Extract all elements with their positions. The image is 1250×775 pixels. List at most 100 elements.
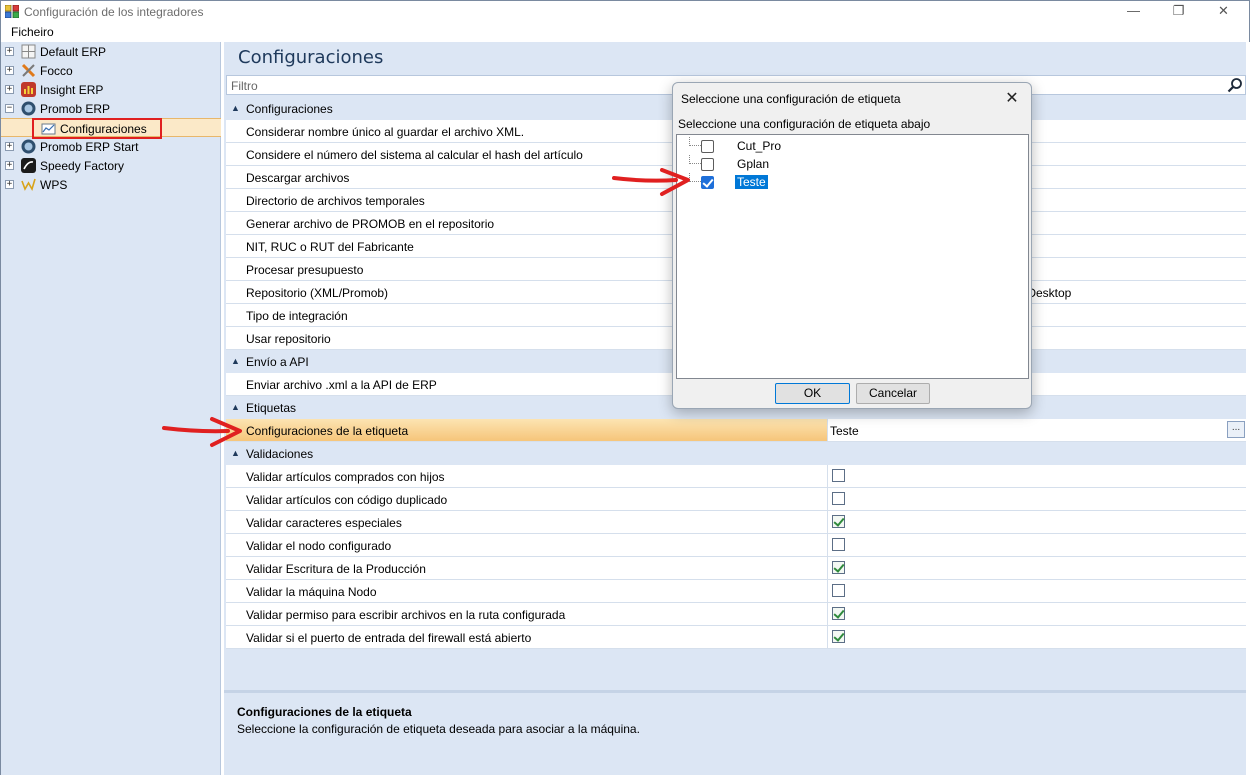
maximize-button[interactable]: ❐ bbox=[1156, 1, 1201, 23]
tree-item-label: Insight ERP bbox=[40, 83, 104, 97]
property-label: Validar el nodo configurado bbox=[246, 539, 392, 553]
tree-item-label: Speedy Factory bbox=[40, 159, 125, 173]
expand-icon[interactable]: + bbox=[5, 66, 14, 75]
property-label: Directorio de archivos temporales bbox=[246, 194, 425, 208]
tree-item-label: Promob ERP bbox=[40, 102, 111, 116]
page-title: Configuraciones bbox=[238, 47, 384, 68]
default-erp-icon bbox=[21, 44, 36, 59]
tree-item-label: Promob ERP Start bbox=[40, 140, 139, 154]
promob-erp-icon bbox=[21, 101, 36, 116]
property-label: Generar archivo de PROMOB en el reposito… bbox=[246, 217, 495, 231]
property-row[interactable]: Validar artículos con código duplicado bbox=[226, 488, 1246, 511]
minimize-button[interactable]: — bbox=[1111, 1, 1156, 23]
property-row[interactable]: Validar caracteres especiales bbox=[226, 511, 1246, 534]
list-item-label: Teste bbox=[735, 175, 768, 189]
category-label: Envío a API bbox=[246, 355, 309, 369]
tree-item-promob-erp-start[interactable]: + Promob ERP Start bbox=[1, 137, 221, 156]
property-label: Validar permiso para escribir archivos e… bbox=[246, 608, 566, 622]
property-value[interactable] bbox=[827, 557, 1246, 579]
close-icon[interactable]: ✕ bbox=[1003, 88, 1021, 108]
property-value[interactable] bbox=[827, 626, 1246, 648]
checkbox[interactable] bbox=[832, 538, 845, 551]
property-value[interactable] bbox=[827, 580, 1246, 602]
list-item[interactable]: Teste bbox=[677, 173, 1017, 191]
property-row[interactable]: Validar permiso para escribir archivos e… bbox=[226, 603, 1246, 626]
property-value[interactable] bbox=[827, 534, 1246, 556]
property-row[interactable]: Validar la máquina Nodo bbox=[226, 580, 1246, 603]
list-item[interactable]: Cut_Pro bbox=[677, 137, 1017, 155]
property-label: Validar caracteres especiales bbox=[246, 516, 402, 530]
property-row[interactable]: Validar si el puerto de entrada del fire… bbox=[226, 626, 1246, 649]
wps-icon bbox=[21, 178, 36, 191]
checkbox[interactable] bbox=[832, 469, 845, 482]
property-row[interactable]: Validar el nodo configurado bbox=[226, 534, 1246, 557]
dialog-subtitle: Seleccione una configuración de etiqueta… bbox=[678, 117, 931, 131]
category-label: Validaciones bbox=[246, 447, 314, 461]
app-icon bbox=[5, 5, 19, 18]
checkbox[interactable] bbox=[701, 158, 714, 171]
category-label: Configuraciones bbox=[246, 102, 333, 116]
browse-button[interactable]: ... bbox=[1227, 421, 1245, 438]
property-label: Validar artículos con código duplicado bbox=[246, 493, 448, 507]
tree-item-speedy-factory[interactable]: + Speedy Factory bbox=[1, 156, 221, 175]
checkbox-checked[interactable] bbox=[832, 607, 845, 620]
property-label: Considerar nombre único al guardar el ar… bbox=[246, 125, 525, 139]
tree-item-promob-erp[interactable]: − Promob ERP bbox=[1, 99, 221, 118]
highlight-box bbox=[32, 118, 162, 139]
checkbox[interactable] bbox=[701, 140, 714, 153]
property-row[interactable]: Validar Escritura de la Producción bbox=[226, 557, 1246, 580]
checkbox-checked[interactable] bbox=[832, 630, 845, 643]
tree-item-wps[interactable]: + WPS bbox=[1, 175, 221, 194]
expand-icon[interactable]: + bbox=[5, 161, 14, 170]
insight-erp-icon bbox=[21, 82, 36, 97]
collapse-arrow-icon[interactable]: ▲ bbox=[231, 103, 240, 113]
collapse-icon[interactable]: − bbox=[5, 104, 14, 113]
property-value[interactable] bbox=[827, 511, 1246, 533]
property-label: Validar si el puerto de entrada del fire… bbox=[246, 631, 532, 645]
focco-icon bbox=[21, 63, 36, 78]
speedy-factory-icon bbox=[21, 158, 36, 173]
menu-file[interactable]: Ficheiro bbox=[11, 25, 54, 39]
checkbox[interactable] bbox=[832, 492, 845, 505]
title-bar: Configuración de los integradores — ❐ ✕ bbox=[0, 0, 1250, 22]
expand-icon[interactable]: + bbox=[5, 142, 14, 151]
filter-placeholder: Filtro bbox=[231, 79, 258, 93]
tree-item-focco[interactable]: + Focco bbox=[1, 61, 221, 80]
ok-button[interactable]: OK bbox=[775, 383, 850, 404]
property-value[interactable] bbox=[827, 465, 1246, 487]
checkbox-checked[interactable] bbox=[701, 176, 714, 189]
tree-item-default-erp[interactable]: + Default ERP bbox=[1, 42, 221, 61]
expand-icon[interactable]: + bbox=[5, 85, 14, 94]
list-item[interactable]: Gplan bbox=[677, 155, 1017, 173]
checkbox-checked[interactable] bbox=[832, 561, 845, 574]
property-label: Validar la máquina Nodo bbox=[246, 585, 377, 599]
search-icon[interactable] bbox=[1227, 77, 1243, 93]
property-value[interactable] bbox=[827, 603, 1246, 625]
property-label: NIT, RUC o RUT del Fabricante bbox=[246, 240, 414, 254]
property-label: Enviar archivo .xml a la API de ERP bbox=[246, 378, 437, 392]
cancel-button[interactable]: Cancelar bbox=[856, 383, 930, 404]
close-window-button[interactable]: ✕ bbox=[1201, 1, 1246, 23]
property-row[interactable]: Validar artículos comprados con hijos bbox=[226, 465, 1246, 488]
collapse-arrow-icon[interactable]: ▲ bbox=[231, 402, 240, 412]
property-label: Usar repositorio bbox=[246, 332, 331, 346]
category-validaciones[interactable]: ▲ Validaciones bbox=[226, 443, 1246, 464]
property-row-label-config[interactable]: Configuraciones de la etiqueta Teste ... bbox=[226, 419, 1246, 442]
list-item-label: Gplan bbox=[737, 157, 770, 171]
expand-icon[interactable]: + bbox=[5, 180, 14, 189]
property-label: Repositorio (XML/Promob) bbox=[246, 286, 389, 300]
property-label: Configuraciones de la etiqueta bbox=[246, 424, 409, 438]
description-title: Configuraciones de la etiqueta bbox=[237, 705, 412, 719]
expand-icon[interactable]: + bbox=[5, 47, 14, 56]
tree-item-label: Default ERP bbox=[40, 45, 107, 59]
checkbox[interactable] bbox=[832, 584, 845, 597]
category-label: Etiquetas bbox=[246, 401, 297, 415]
tree-item-insight-erp[interactable]: + Insight ERP bbox=[1, 80, 221, 99]
integrator-tree: + Default ERP + Focco + Insight ERP − Pr… bbox=[0, 42, 221, 775]
checkbox-checked[interactable] bbox=[832, 515, 845, 528]
window-title: Configuración de los integradores bbox=[24, 5, 204, 19]
collapse-arrow-icon[interactable]: ▲ bbox=[231, 356, 240, 366]
property-value[interactable]: Teste ... bbox=[827, 419, 1246, 441]
collapse-arrow-icon[interactable]: ▲ bbox=[231, 448, 240, 458]
property-value[interactable] bbox=[827, 488, 1246, 510]
